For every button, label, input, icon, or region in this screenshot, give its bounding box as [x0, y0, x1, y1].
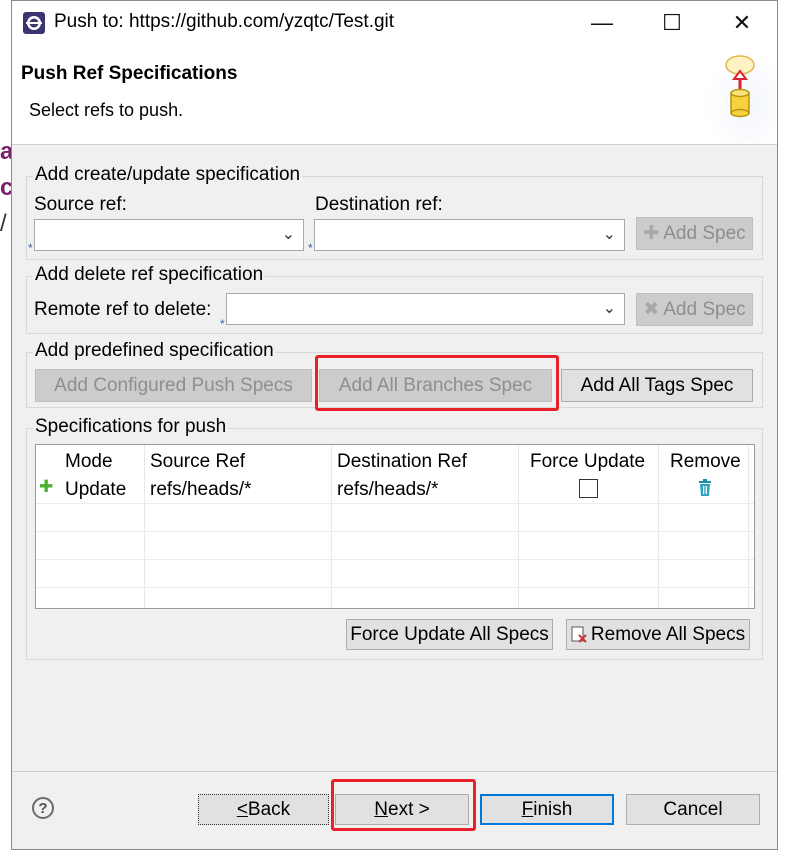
back-label: Back: [247, 798, 291, 820]
column-divider: [748, 445, 749, 608]
row-divider: [36, 531, 754, 532]
page-title: Push Ref Specifications: [21, 63, 238, 84]
minimize-button[interactable]: —: [579, 1, 625, 45]
create-update-group-label: Add create/update specification: [33, 164, 303, 186]
column-header-destination-ref[interactable]: Destination Ref: [337, 451, 467, 473]
required-marker: *: [28, 241, 33, 255]
table-row[interactable]: ✚ Update refs/heads/* refs/heads/*: [36, 477, 754, 503]
required-marker: *: [308, 241, 313, 255]
chevron-down-icon: ⌄: [602, 300, 616, 317]
finish-mnemonic: F: [521, 798, 534, 820]
force-update-all-specs-button[interactable]: Force Update All Specs: [346, 619, 553, 650]
maximize-button[interactable]: ☐: [649, 1, 695, 45]
predefined-group-label: Add predefined specification: [33, 340, 276, 362]
close-button[interactable]: ✕: [719, 1, 765, 45]
column-header-source-ref[interactable]: Source Ref: [150, 451, 245, 473]
add-configured-push-specs-button[interactable]: Add Configured Push Specs: [35, 369, 312, 402]
highlight-box-next: [331, 779, 476, 831]
background-text: /: [0, 210, 7, 237]
plus-icon: ✚: [643, 223, 660, 244]
window-title: Push to: https://github.com/yzqtc/Test.g…: [54, 11, 395, 32]
column-header-mode[interactable]: Mode: [65, 451, 113, 473]
column-divider: [658, 445, 659, 608]
row-mode: Update: [65, 479, 127, 500]
eclipse-icon: [22, 11, 46, 35]
wizard-header: Push Ref Specifications Select refs to p…: [12, 45, 777, 145]
column-divider: [331, 445, 332, 608]
remove-all-specs-label: Remove All Specs: [590, 623, 746, 645]
cancel-button[interactable]: Cancel: [626, 794, 760, 825]
column-header-force-update[interactable]: Force Update: [530, 451, 645, 473]
chevron-down-icon: ⌄: [602, 226, 616, 243]
help-icon[interactable]: ?: [32, 797, 54, 819]
specs-table: Mode Source Ref Destination Ref Force Up…: [35, 444, 755, 609]
add-icon: ✚: [39, 477, 54, 496]
finish-button[interactable]: Finish: [480, 794, 614, 825]
delete-icon: ✖: [643, 299, 660, 320]
column-divider: [518, 445, 519, 608]
add-delete-spec-button[interactable]: ✖ Add Spec: [636, 293, 753, 326]
trash-icon[interactable]: [697, 479, 713, 497]
force-update-checkbox[interactable]: [579, 479, 598, 498]
row-divider: [36, 587, 754, 588]
delete-ref-group-label: Add delete ref specification: [33, 264, 266, 286]
source-ref-label: Source ref:: [34, 194, 127, 215]
row-source-ref: refs/heads/*: [150, 479, 252, 500]
remove-all-icon: [571, 626, 587, 644]
push-dialog: Push to: https://github.com/yzqtc/Test.g…: [11, 0, 778, 850]
destination-ref-combo[interactable]: ⌄: [314, 219, 625, 251]
add-spec-label: Add Spec: [663, 298, 746, 320]
page-subtitle: Select refs to push.: [29, 100, 184, 120]
chevron-down-icon: ⌄: [281, 226, 295, 243]
required-marker: *: [220, 317, 225, 331]
highlight-box-branches: [315, 355, 559, 411]
row-divider: [36, 559, 754, 560]
back-button[interactable]: < Back: [198, 794, 329, 825]
row-divider: [36, 503, 754, 504]
specs-group-label: Specifications for push: [33, 416, 229, 438]
source-ref-combo[interactable]: ⌄: [34, 219, 304, 251]
remove-all-specs-button[interactable]: Remove All Specs: [566, 619, 750, 650]
title-bar: Push to: https://github.com/yzqtc/Test.g…: [12, 1, 777, 45]
footer-divider: [12, 771, 777, 772]
column-divider: [144, 445, 145, 608]
remote-ref-label: Remote ref to delete:: [34, 299, 212, 320]
push-to-cloud-icon: [704, 49, 776, 143]
remote-ref-combo[interactable]: ⌄: [226, 293, 625, 325]
finish-label: inish: [533, 798, 573, 820]
back-mnemonic: <: [236, 798, 248, 820]
row-destination-ref: refs/heads/*: [337, 479, 439, 500]
add-spec-button[interactable]: ✚ Add Spec: [636, 217, 753, 250]
column-header-remove[interactable]: Remove: [670, 451, 741, 473]
destination-ref-label: Destination ref:: [315, 194, 443, 215]
add-all-tags-spec-button[interactable]: Add All Tags Spec: [561, 369, 753, 402]
add-spec-label: Add Spec: [663, 222, 746, 244]
